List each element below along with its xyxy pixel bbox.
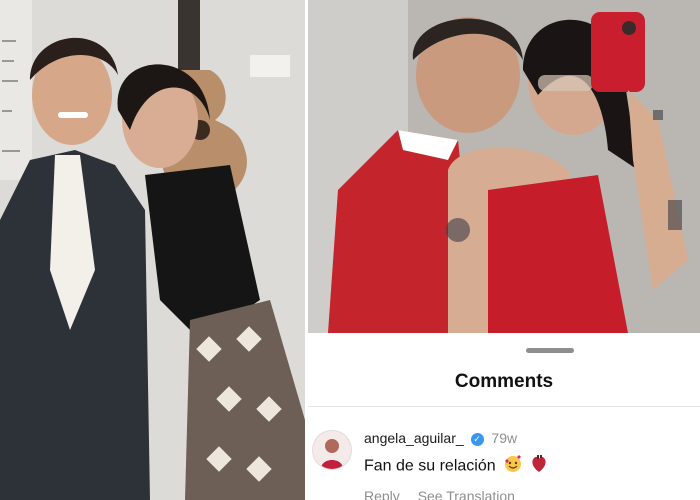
comment-timestamp: 79w [491,430,518,446]
right-photo [308,0,700,333]
comment-body: Fan de su relación [364,455,547,478]
verified-badge-icon: ✓ [470,432,484,446]
smiling-face-with-hearts-icon [504,455,522,478]
comments-sheet: Comments angela_aguilar_ ✓ 79w Fan de su… [308,333,700,500]
comment-username[interactable]: angela_aguilar_ [364,430,464,446]
left-photo-illustration [0,0,305,500]
left-photo [0,0,305,500]
comments-title: Comments [454,371,554,392]
comment-actions: Reply See Translation [364,488,529,500]
avatar[interactable] [312,430,352,470]
sheet-drag-handle[interactable] [526,348,574,353]
comment-header: angela_aguilar_ ✓ 79w [364,430,517,446]
see-translation-link[interactable]: See Translation [418,488,515,500]
comment-text: Fan de su relación [364,457,496,475]
title-divider [308,406,700,407]
right-photo-illustration [308,0,700,333]
reply-link[interactable]: Reply [364,488,400,500]
avatar-image [313,431,351,469]
anatomical-heart-icon [531,455,547,478]
